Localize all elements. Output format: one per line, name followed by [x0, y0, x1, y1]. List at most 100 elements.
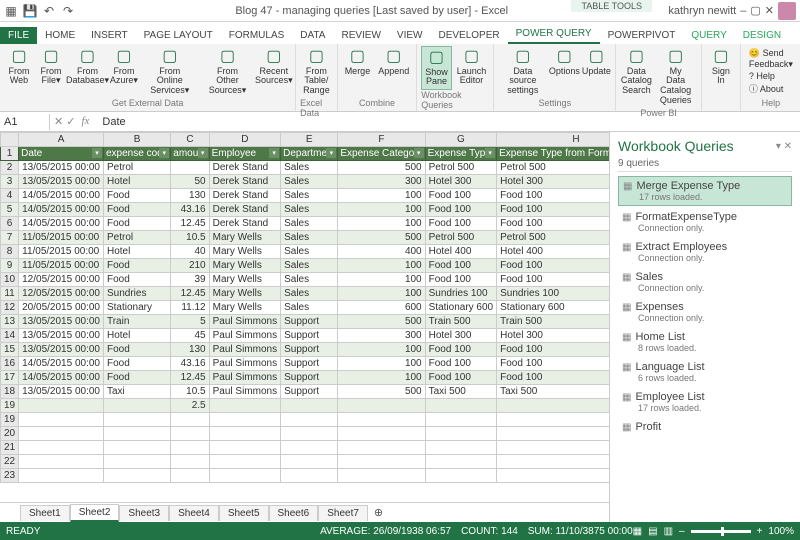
row-header[interactable]: 11: [1, 287, 19, 301]
cell[interactable]: Train 500: [425, 315, 497, 329]
row-header[interactable]: 5: [1, 203, 19, 217]
sheet-tab[interactable]: Sheet1: [20, 505, 70, 521]
cell[interactable]: [19, 399, 104, 413]
cell[interactable]: 300: [338, 329, 425, 343]
tab-insert[interactable]: INSERT: [83, 27, 136, 44]
cell[interactable]: [103, 413, 170, 427]
help-item[interactable]: 😊 Send Feedback▾: [749, 48, 793, 70]
ribbon-button[interactable]: ▢FromAzure▾: [109, 46, 139, 98]
cell[interactable]: Food 100: [497, 357, 609, 371]
cell[interactable]: Hotel 400: [425, 245, 497, 259]
col-header[interactable]: F: [338, 133, 425, 147]
cell[interactable]: Hotel 300: [425, 329, 497, 343]
cell[interactable]: [425, 441, 497, 455]
cell[interactable]: 600: [338, 301, 425, 315]
cell[interactable]: [338, 441, 425, 455]
query-item[interactable]: ▦SalesConnection only.: [618, 268, 792, 296]
cell[interactable]: Food 100: [425, 259, 497, 273]
cell[interactable]: [103, 427, 170, 441]
col-header[interactable]: B: [103, 133, 170, 147]
table-header[interactable]: Date▾: [19, 147, 104, 161]
cell[interactable]: Food 100: [497, 217, 609, 231]
help-item[interactable]: ? Help: [749, 71, 793, 81]
ribbon-button[interactable]: ▢FromWeb: [4, 46, 34, 98]
cell[interactable]: Hotel: [103, 175, 170, 189]
ribbon-button[interactable]: ▢Append: [375, 46, 412, 98]
row-header[interactable]: 3: [1, 175, 19, 189]
close-pane-icon[interactable]: ▾ ✕: [776, 141, 792, 152]
cell[interactable]: 100: [338, 357, 425, 371]
cell[interactable]: Hotel: [103, 329, 170, 343]
cell[interactable]: Derek Stand: [209, 161, 280, 175]
cell[interactable]: Derek Stand: [209, 217, 280, 231]
cell[interactable]: Sales: [281, 175, 338, 189]
cell[interactable]: 300: [338, 175, 425, 189]
cell[interactable]: [281, 399, 338, 413]
cell[interactable]: Sundries 100: [425, 287, 497, 301]
table-header[interactable]: Expense Category▾: [338, 147, 425, 161]
cell[interactable]: Food: [103, 357, 170, 371]
cell[interactable]: 14/05/2015 00:00: [19, 217, 104, 231]
ribbon-button[interactable]: ▢Datasource settings: [498, 46, 547, 98]
tab-view[interactable]: VIEW: [389, 27, 431, 44]
cell[interactable]: Sales: [281, 259, 338, 273]
redo-icon[interactable]: ↷: [61, 4, 75, 18]
sheet-tab[interactable]: Sheet7: [318, 505, 368, 521]
query-item[interactable]: ▦Employee List17 rows loaded.: [618, 388, 792, 416]
ribbon-button[interactable]: ▢DataCatalog Search: [620, 46, 652, 108]
cell[interactable]: 45: [171, 329, 209, 343]
cell[interactable]: Petrol 500: [425, 161, 497, 175]
user-area[interactable]: kathryn newitt – ▢ ✕: [668, 2, 796, 20]
cell[interactable]: Mary Wells: [209, 245, 280, 259]
row-header[interactable]: 22: [1, 455, 19, 469]
cell[interactable]: Support: [281, 357, 338, 371]
cell[interactable]: 13/05/2015 00:00: [19, 329, 104, 343]
cell[interactable]: 500: [338, 161, 425, 175]
cell[interactable]: Support: [281, 385, 338, 399]
row-header[interactable]: 14: [1, 329, 19, 343]
cell[interactable]: Sundries 100: [497, 287, 609, 301]
cell[interactable]: [209, 441, 280, 455]
cell[interactable]: Sales: [281, 189, 338, 203]
cell[interactable]: 500: [338, 315, 425, 329]
ribbon-button[interactable]: ▢LaunchEditor: [454, 46, 490, 90]
row-header[interactable]: 12: [1, 301, 19, 315]
cell[interactable]: [209, 413, 280, 427]
cell[interactable]: [497, 455, 609, 469]
cell[interactable]: 10.5: [171, 385, 209, 399]
cell[interactable]: [281, 427, 338, 441]
cell[interactable]: Food 100: [497, 273, 609, 287]
cell[interactable]: [425, 455, 497, 469]
cell[interactable]: Sales: [281, 161, 338, 175]
view-break-icon[interactable]: ▥: [664, 526, 673, 537]
cell[interactable]: [338, 455, 425, 469]
ribbon-button[interactable]: ▢FromTable/ Range: [300, 46, 333, 98]
cell[interactable]: Sales: [281, 245, 338, 259]
cell[interactable]: 39: [171, 273, 209, 287]
query-item[interactable]: ▦FormatExpenseTypeConnection only.: [618, 208, 792, 236]
row-header[interactable]: 23: [1, 469, 19, 483]
cell[interactable]: [19, 441, 104, 455]
cell[interactable]: Petrol: [103, 231, 170, 245]
cell[interactable]: [171, 455, 209, 469]
name-box[interactable]: A1: [0, 114, 50, 130]
cell[interactable]: Food 100: [425, 343, 497, 357]
cell[interactable]: 11/05/2015 00:00: [19, 231, 104, 245]
cell[interactable]: [425, 399, 497, 413]
row-header[interactable]: 7: [1, 231, 19, 245]
row-header[interactable]: 19: [1, 399, 19, 413]
table-header[interactable]: Expense Type▾: [425, 147, 497, 161]
row-header[interactable]: 21: [1, 441, 19, 455]
close-icon[interactable]: ✕: [765, 4, 774, 17]
tab-power-query[interactable]: POWER QUERY: [508, 25, 600, 44]
tab-data[interactable]: DATA: [292, 27, 333, 44]
cell[interactable]: 50: [171, 175, 209, 189]
cell[interactable]: Food 100: [425, 189, 497, 203]
cell[interactable]: [338, 427, 425, 441]
cell[interactable]: 100: [338, 343, 425, 357]
ribbon-button[interactable]: ▢Update: [581, 46, 611, 98]
view-layout-icon[interactable]: ▤: [648, 526, 657, 537]
cell[interactable]: Train 500: [497, 315, 609, 329]
cell[interactable]: 20/05/2015 00:00: [19, 301, 104, 315]
fx-icon[interactable]: fx: [78, 115, 92, 128]
